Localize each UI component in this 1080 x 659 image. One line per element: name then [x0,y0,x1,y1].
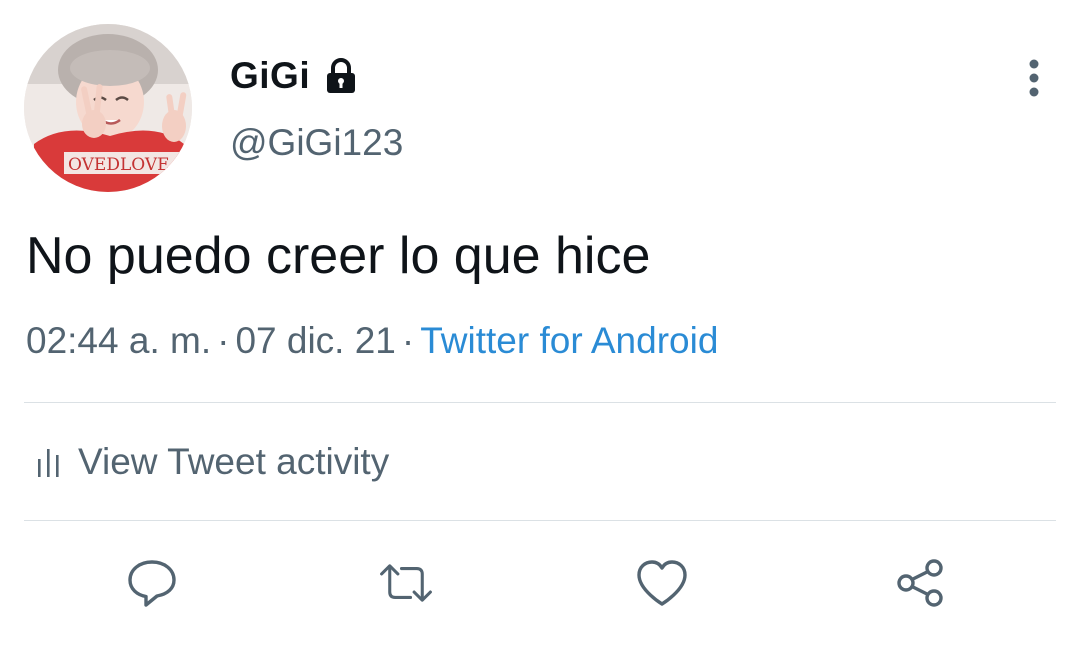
author-name-row: GiGi [230,52,358,100]
meta-separator: · [217,320,230,361]
tweet-meta: 02:44 a. m. · 07 dic. 21 · Twitter for Andro… [26,320,718,362]
like-button[interactable] [634,555,690,611]
avatar-photo: OVEDLOVE [24,24,192,192]
tweet-detail: OVEDLOVE GiGi @GiGi123 No puedo creer lo… [0,0,1080,659]
retweet-button[interactable] [378,555,434,611]
heart-icon [637,560,687,606]
more-vertical-icon [1029,59,1039,97]
retweet-icon [380,564,432,602]
share-button[interactable] [892,555,948,611]
svg-text:OVEDLOVE: OVEDLOVE [68,155,170,175]
divider [24,520,1056,521]
analytics-icon [38,449,59,477]
view-tweet-activity-button[interactable]: View Tweet activity [36,436,389,488]
avatar[interactable]: OVEDLOVE [24,24,192,192]
reply-button[interactable] [124,555,180,611]
reply-icon [128,560,176,607]
lock-icon [324,57,358,95]
author-handle[interactable]: @GiGi123 [230,122,403,164]
display-name[interactable]: GiGi [230,55,310,97]
view-tweet-activity-label: View Tweet activity [78,441,390,482]
tweet-source-link[interactable]: Twitter for Android [420,320,718,361]
share-icon [897,559,943,607]
divider [24,402,1056,403]
more-options-button[interactable] [1014,54,1054,102]
tweet-date[interactable]: 07 dic. 21 [235,320,395,361]
tweet-time[interactable]: 02:44 a. m. [26,320,211,361]
tweet-text: No puedo creer lo que hice [26,227,651,285]
meta-separator: · [401,320,415,361]
